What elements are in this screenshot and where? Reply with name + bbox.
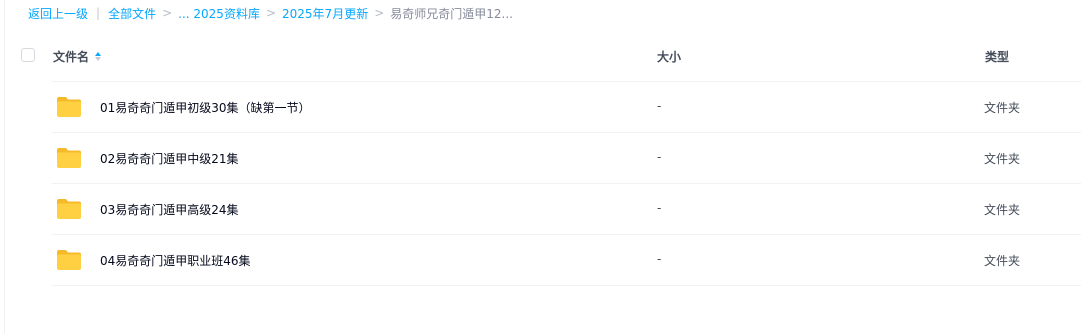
table-row[interactable]: 02易奇奇门遁甲中级21集 - 文件夹 — [52, 133, 1081, 184]
breadcrumb-divider: | — [96, 6, 101, 20]
file-size: - — [657, 150, 662, 164]
file-name[interactable]: 02易奇奇门遁甲中级21集 — [100, 150, 239, 167]
file-list: 01易奇奇门遁甲初级30集（缺第一节） - 文件夹 02易奇奇门遁甲中级21集 … — [0, 82, 1081, 286]
chevron-right-icon: > — [162, 6, 173, 20]
back-link[interactable]: 返回上一级 — [28, 5, 88, 22]
breadcrumb-all-files[interactable]: 全部文件 — [108, 5, 156, 22]
folder-icon — [57, 199, 81, 219]
column-name-label: 文件名 — [53, 50, 90, 64]
table-row[interactable]: 03易奇奇门遁甲高级24集 - 文件夹 — [52, 184, 1081, 235]
file-size: - — [657, 201, 662, 215]
breadcrumb-2025-library[interactable]: ... 2025资料库 — [178, 5, 260, 22]
chevron-right-icon: > — [374, 6, 385, 20]
file-size: - — [657, 252, 662, 266]
table-row[interactable]: 04易奇奇门遁甲职业班46集 - 文件夹 — [52, 235, 1081, 286]
column-size-header[interactable]: 大小 — [657, 48, 681, 65]
sort-icon[interactable] — [95, 52, 102, 61]
column-type-header[interactable]: 类型 — [985, 48, 1009, 65]
select-all-checkbox[interactable] — [21, 48, 35, 62]
file-type: 文件夹 — [984, 152, 1021, 166]
file-type: 文件夹 — [984, 101, 1021, 115]
file-type: 文件夹 — [984, 254, 1021, 268]
file-type: 文件夹 — [984, 203, 1021, 217]
breadcrumb-july-update[interactable]: 2025年7月更新 — [282, 5, 368, 22]
column-name-header[interactable]: 文件名 — [53, 48, 102, 65]
folder-icon — [57, 148, 81, 168]
chevron-right-icon: > — [265, 6, 277, 20]
table-header: 文件名 大小 类型 — [0, 44, 1081, 68]
file-name[interactable]: 03易奇奇门遁甲高级24集 — [100, 201, 239, 218]
folder-icon — [57, 250, 81, 270]
table-row[interactable]: 01易奇奇门遁甲初级30集（缺第一节） - 文件夹 — [52, 82, 1081, 133]
folder-icon — [57, 97, 81, 117]
breadcrumb-current: 易奇师兄奇门遁甲12... — [390, 6, 513, 21]
file-name[interactable]: 04易奇奇门遁甲职业班46集 — [100, 252, 251, 269]
file-name[interactable]: 01易奇奇门遁甲初级30集（缺第一节） — [100, 99, 311, 116]
breadcrumb: 返回上一级 | 全部文件 > ... 2025资料库 > 2025年7月更新 >… — [28, 4, 513, 22]
file-size: - — [657, 99, 662, 113]
